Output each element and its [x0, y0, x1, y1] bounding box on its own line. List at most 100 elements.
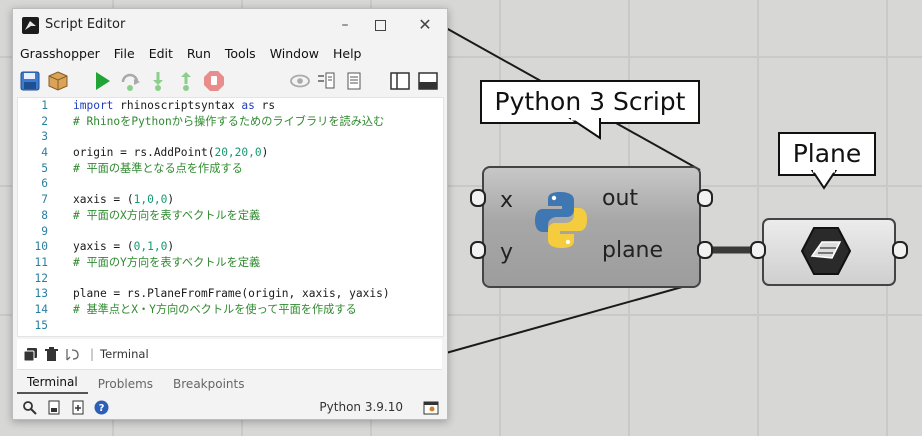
code-number: 0,1,0 — [133, 240, 168, 254]
package-icon[interactable] — [47, 70, 69, 92]
output-plane-port[interactable] — [697, 241, 713, 259]
svg-text:?: ? — [99, 403, 105, 414]
line-number: 13 — [34, 287, 48, 301]
python-version[interactable]: Python 3.9.10 — [319, 400, 403, 414]
menu-run[interactable]: Run — [187, 46, 211, 61]
line-number: 7 — [41, 193, 48, 207]
split-horizontal-icon[interactable] — [417, 70, 439, 92]
code-line[interactable]: 10 yaxis = (0,1,0) — [18, 239, 443, 255]
status-bar: ? Python 3.9.10 — [13, 395, 447, 419]
menu-help[interactable]: Help — [333, 46, 362, 61]
panel-tabs: Terminal Problems Breakpoints — [17, 372, 254, 394]
line-number: 6 — [41, 177, 48, 191]
code-line[interactable]: 12 — [18, 271, 443, 287]
code-keyword: as — [241, 99, 255, 112]
code-line[interactable]: 14 # 基準点とX・Y方向のベクトルを使って平面を作成する — [18, 302, 443, 318]
code-text: ) — [167, 240, 175, 254]
document-view-icon[interactable] — [46, 400, 61, 415]
terminal-label: Terminal — [100, 347, 149, 361]
output-out-label: out — [602, 186, 639, 211]
menu-bar: Grasshopper File Edit Run Tools Window H… — [13, 42, 447, 64]
copy-icon[interactable] — [23, 347, 38, 362]
document-icon[interactable] — [343, 70, 365, 92]
code-comment: # RhinoをPythonから操作するためのライブラリを読み込む — [73, 114, 385, 128]
run-icon[interactable] — [91, 70, 113, 92]
code-line[interactable]: 3 — [18, 129, 443, 145]
word-wrap-icon[interactable] — [65, 347, 80, 362]
output-out-port[interactable] — [697, 189, 713, 207]
line-number: 9 — [41, 224, 48, 238]
plane-component[interactable] — [762, 218, 896, 286]
code-text: rs — [254, 99, 276, 112]
split-vertical-icon[interactable] — [389, 70, 411, 92]
terminal-toolbar: | Terminal — [17, 339, 442, 370]
python3-script-component[interactable]: x y out plane — [482, 166, 701, 288]
line-number: 5 — [41, 161, 48, 175]
code-line[interactable]: 15 — [18, 318, 443, 334]
import-icon[interactable] — [315, 70, 337, 92]
maximize-button[interactable] — [367, 14, 393, 36]
tab-problems[interactable]: Problems — [88, 374, 163, 394]
code-line[interactable]: 9 — [18, 224, 443, 240]
python-logo-icon — [535, 192, 587, 248]
line-number: 15 — [34, 318, 48, 332]
terminal-separator: | — [90, 347, 95, 361]
code-comment: # 平面の基準となる点を作成する — [73, 161, 243, 175]
code-text: origin = rs.AddPoint( — [73, 146, 215, 160]
preview-line-bottom — [445, 281, 701, 354]
bubble-tail — [568, 118, 601, 140]
trash-icon[interactable] — [44, 346, 59, 362]
code-line[interactable]: 11 # 平面のY方向を表すベクトルを定義 — [18, 255, 443, 271]
code-text: rhinoscriptsyntax — [113, 99, 242, 112]
tab-breakpoints[interactable]: Breakpoints — [163, 374, 254, 394]
code-comment: # 基準点とX・Y方向のベクトルを使って平面を作成する — [73, 302, 357, 316]
code-editor[interactable]: 1 import rhinoscriptsyntax as rs 2 # Rhinoを… — [17, 97, 444, 337]
code-line[interactable]: 4 origin = rs.AddPoint(20,20,0) — [18, 145, 443, 161]
close-button[interactable]: ✕ — [412, 14, 438, 36]
new-document-icon[interactable] — [70, 400, 85, 415]
tab-terminal[interactable]: Terminal — [17, 372, 88, 394]
code-line[interactable]: 8 # 平面のX方向を表すベクトルを定義 — [18, 208, 443, 224]
input-x-port[interactable] — [470, 189, 486, 207]
search-icon[interactable] — [22, 400, 37, 415]
minimize-button[interactable]: – — [332, 14, 358, 36]
menu-edit[interactable]: Edit — [149, 46, 173, 61]
preview-eye-icon[interactable] — [289, 70, 311, 92]
menu-file[interactable]: File — [114, 46, 135, 61]
menu-tools[interactable]: Tools — [225, 46, 256, 61]
window-title: Script Editor — [45, 17, 126, 32]
line-number: 14 — [34, 302, 48, 316]
code-line[interactable]: 2 # RhinoをPythonから操作するためのライブラリを読み込む — [18, 114, 443, 130]
title-bar[interactable]: Script Editor – ✕ — [13, 9, 447, 42]
input-y-port[interactable] — [470, 241, 486, 259]
output-plane-label: plane — [602, 238, 664, 263]
settings-panel-icon[interactable] — [423, 399, 439, 415]
save-icon[interactable] — [19, 70, 41, 92]
code-line[interactable]: 7 xaxis = (1,0,0) — [18, 192, 443, 208]
plane-input-port[interactable] — [750, 241, 766, 259]
step-out-icon[interactable] — [175, 70, 197, 92]
code-keyword: import — [73, 99, 114, 112]
toolbar — [13, 64, 447, 98]
help-icon[interactable]: ? — [94, 400, 109, 415]
plane-output-port[interactable] — [892, 241, 908, 259]
step-into-icon[interactable] — [147, 70, 169, 92]
code-line[interactable]: 5 # 平面の基準となる点を作成する — [18, 161, 443, 177]
code-number: 1,0,0 — [133, 193, 168, 207]
menu-window[interactable]: Window — [270, 46, 319, 61]
code-line[interactable]: 1 import rhinoscriptsyntax as rs — [18, 98, 443, 114]
input-y-label: y — [500, 240, 514, 265]
plane-bubble-tail — [810, 170, 838, 190]
menu-grasshopper[interactable]: Grasshopper — [20, 46, 100, 61]
line-number: 12 — [34, 271, 48, 285]
code-comment: # 平面のX方向を表すベクトルを定義 — [73, 208, 261, 222]
stop-icon[interactable] — [203, 70, 225, 92]
code-line[interactable]: 13 plane = rs.PlaneFromFrame(origin, xaxi… — [18, 286, 443, 302]
line-number: 2 — [41, 114, 48, 128]
line-number: 1 — [41, 99, 48, 112]
code-number: 20,20,0 — [214, 146, 262, 160]
line-number: 3 — [41, 130, 48, 144]
code-text: plane = rs.PlaneFromFrame(origin, xaxis,… — [73, 287, 390, 301]
code-line[interactable]: 6 — [18, 176, 443, 192]
step-over-icon[interactable] — [119, 70, 141, 92]
